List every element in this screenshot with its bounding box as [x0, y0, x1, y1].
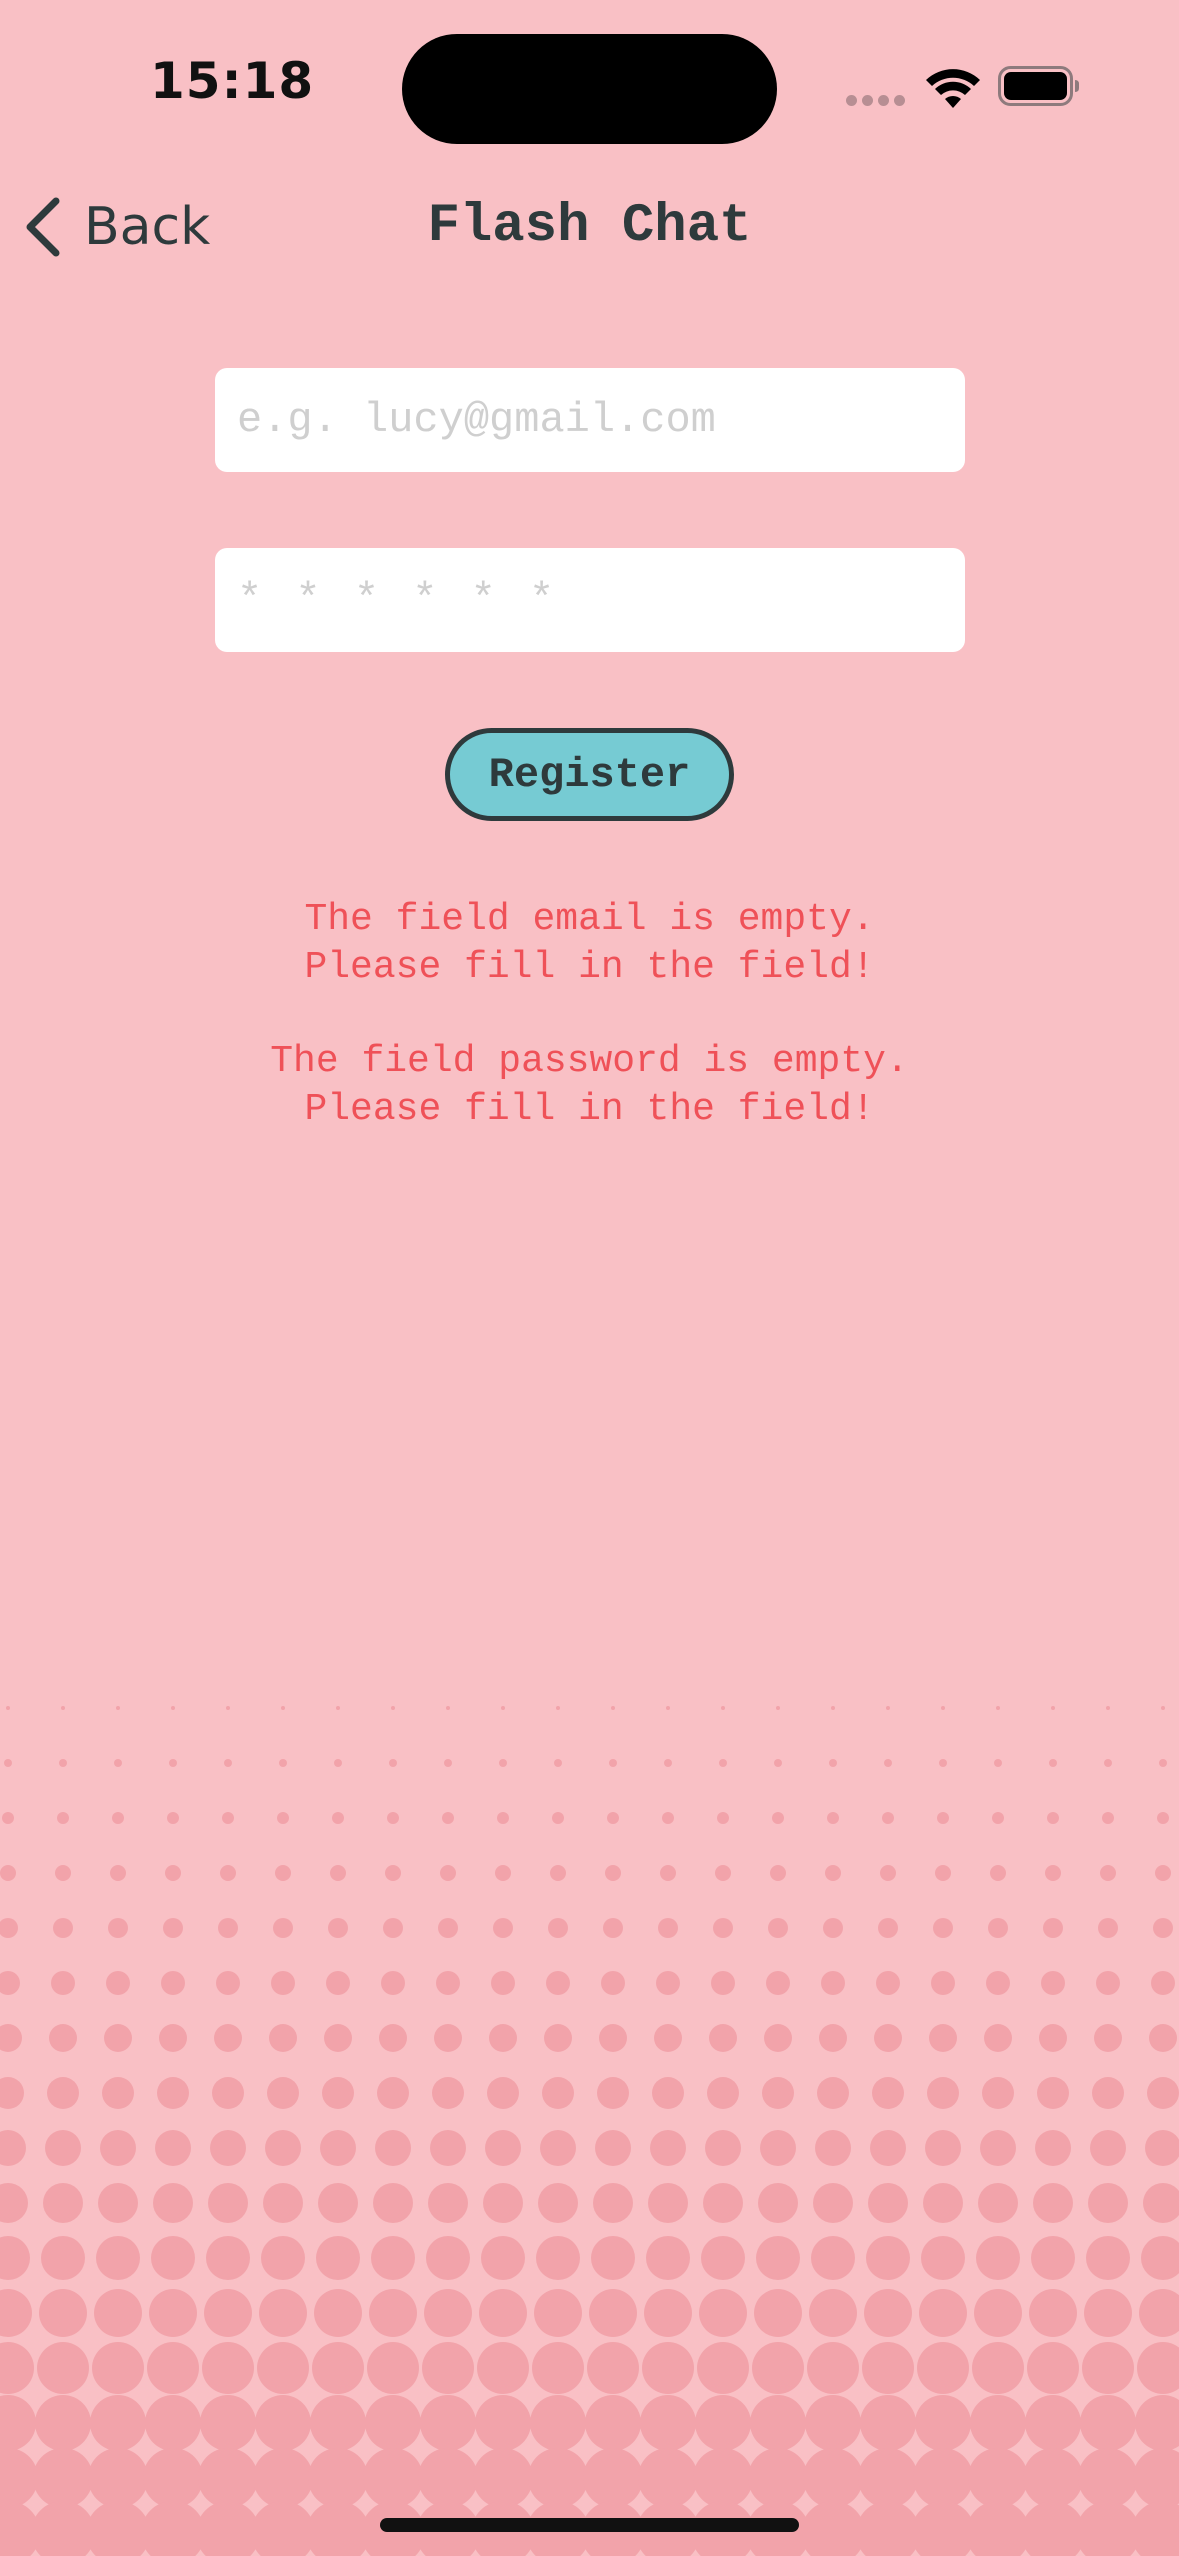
- password-error-line-1: The field password is empty.: [270, 1040, 909, 1083]
- email-field[interactable]: [215, 368, 965, 472]
- email-error-line-2: Please fill in the field!: [304, 946, 875, 989]
- halftone-pattern: [0, 1706, 1179, 2556]
- password-error-message: The field password is empty. Please fill…: [0, 1038, 1179, 1134]
- dynamic-island: [402, 34, 777, 144]
- wifi-icon: [926, 69, 980, 108]
- email-error-message: The field email is empty. Please fill in…: [0, 896, 1179, 992]
- home-indicator: [380, 2518, 799, 2532]
- cellular-signal-icon: [846, 95, 906, 107]
- battery-icon: [998, 66, 1079, 106]
- email-error-line-1: The field email is empty.: [304, 898, 875, 941]
- password-field[interactable]: [215, 548, 965, 652]
- register-button[interactable]: Register: [445, 728, 734, 821]
- page-title: Flash Chat: [427, 196, 752, 257]
- password-error-line-2: Please fill in the field!: [304, 1088, 875, 1131]
- status-bar: 15:18: [0, 0, 1179, 180]
- status-time: 15:18: [150, 52, 315, 110]
